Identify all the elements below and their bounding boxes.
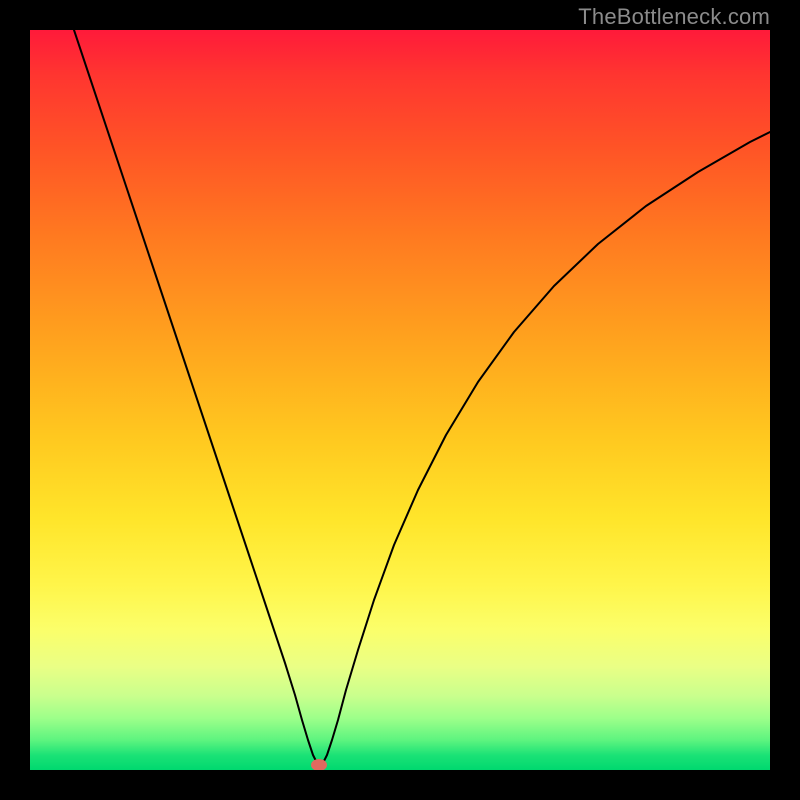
watermark-text: TheBottleneck.com: [578, 4, 770, 30]
plot-area: [30, 30, 770, 770]
bottleneck-curve: [74, 30, 770, 766]
curve-layer: [30, 30, 770, 770]
chart-container: TheBottleneck.com: [0, 0, 800, 800]
